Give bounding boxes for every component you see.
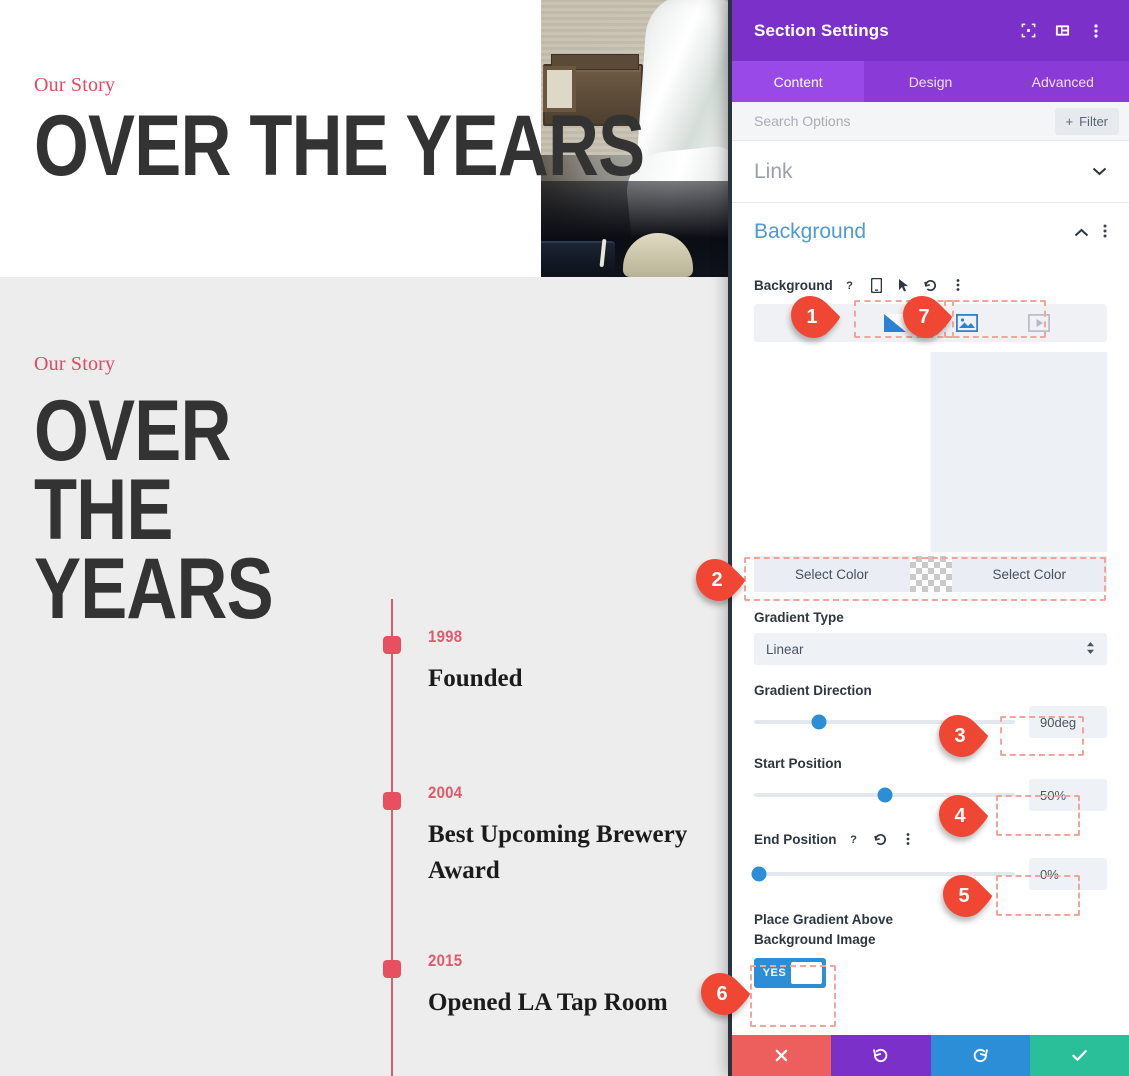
slider-handle[interactable] <box>751 866 767 882</box>
start-position-value[interactable]: 50% <box>1029 779 1107 811</box>
chevron-updown-icon <box>1086 641 1095 658</box>
more-options-icon[interactable] <box>1103 223 1107 242</box>
timeline-title: OVER THE YEARS <box>34 383 274 638</box>
svg-text:?: ? <box>846 280 853 292</box>
hero-title: OVER THE YEARS <box>34 98 645 194</box>
end-position-slider-row: 0% <box>751 858 1107 890</box>
timeline-year: 2015 <box>428 951 463 970</box>
chevron-up-icon <box>1074 224 1089 241</box>
transparency-swatch[interactable] <box>909 556 952 592</box>
gradient-type-value: Linear <box>766 641 804 657</box>
timeline-eyebrow: Our Story <box>34 353 116 375</box>
timeline-year: 2004 <box>428 783 463 802</box>
timeline-label: Best Upcoming Brewery Award <box>428 821 688 885</box>
help-icon[interactable]: ? <box>844 829 864 849</box>
gradient-type-field: Gradient Type Linear <box>754 610 1107 665</box>
toggle-value-label: YES <box>762 966 787 979</box>
more-options-icon[interactable] <box>898 829 918 849</box>
panel-header: Section Settings <box>732 0 1129 61</box>
timeline-dot <box>383 792 401 810</box>
layout-icon[interactable] <box>1047 16 1077 46</box>
timeline-dot <box>383 636 401 654</box>
background-type-tabs <box>754 304 1107 342</box>
place-gradient-label: Place Gradient Above Background Image <box>754 912 894 948</box>
start-position-label: Start Position <box>754 756 842 771</box>
end-position-slider[interactable] <box>751 866 1015 882</box>
save-button[interactable] <box>1029 1035 1129 1076</box>
photo-dark-object <box>541 241 615 275</box>
hero-eyebrow: Our Story <box>34 74 116 96</box>
svg-text:?: ? <box>850 834 857 846</box>
end-position-value[interactable]: 0% <box>1029 858 1107 890</box>
background-field-header: Background ? <box>754 275 1107 295</box>
background-section-body: Background ? Select Color Select Color G… <box>732 261 1129 988</box>
cancel-button[interactable] <box>732 1035 832 1076</box>
start-position-slider[interactable] <box>754 787 1015 803</box>
toggle-thumb <box>790 961 822 984</box>
gradient-preview[interactable] <box>754 352 1107 552</box>
select-start-color-button[interactable]: Select Color <box>754 556 910 592</box>
select-end-color-button[interactable]: Select Color <box>951 556 1107 592</box>
slider-handle[interactable] <box>811 714 827 730</box>
hover-cursor-icon[interactable] <box>894 275 914 295</box>
gradient-type-select[interactable]: Linear <box>754 633 1107 665</box>
gradient-direction-field: Gradient Direction 90deg <box>754 683 1107 738</box>
accordion-link-title: Link <box>754 159 793 183</box>
tab-content[interactable]: Content <box>732 61 865 102</box>
expand-icon[interactable] <box>1013 16 1043 46</box>
filter-button[interactable]: + Filter <box>1054 107 1119 135</box>
timeline-label: Founded <box>428 665 523 692</box>
timeline-vertical-line <box>391 599 393 1076</box>
chevron-down-icon <box>1092 163 1107 180</box>
slider-handle[interactable] <box>877 787 892 803</box>
accordion-background[interactable]: Background <box>732 203 1129 261</box>
timeline-year: 1998 <box>428 627 463 646</box>
tab-design[interactable]: Design <box>864 61 996 102</box>
gradient-direction-value[interactable]: 90deg <box>1029 706 1107 738</box>
panel-title: Section Settings <box>754 20 889 40</box>
panel-footer <box>732 1035 1129 1076</box>
redo-button[interactable] <box>930 1035 1030 1076</box>
timeline-heading-block: Our Story OVER THE YEARS <box>34 353 364 638</box>
panel-tabs: Content Design Advanced <box>732 61 1129 102</box>
panel-body: Link Background Background ? Select Colo… <box>732 141 1129 1035</box>
more-options-icon[interactable] <box>948 275 968 295</box>
background-image-tab[interactable] <box>954 312 980 334</box>
search-bar: + Filter <box>732 102 1129 141</box>
reset-icon[interactable] <box>871 829 891 849</box>
timeline-label: Opened LA Tap Room <box>428 989 668 1016</box>
end-position-label: End Position <box>754 831 837 847</box>
reset-icon[interactable] <box>921 275 941 295</box>
gradient-color-row: Select Color Select Color <box>754 556 1107 592</box>
more-options-icon[interactable] <box>1081 16 1111 46</box>
background-color-tab[interactable] <box>810 312 836 334</box>
start-position-field: Start Position 50% <box>754 756 1107 811</box>
section-settings-panel: Section Settings Content Design Advanced… <box>728 0 1129 1076</box>
place-gradient-field: Place Gradient Above Background Image YE… <box>754 910 1107 988</box>
background-field-label: Background <box>754 277 833 293</box>
filter-button-label: Filter <box>1079 113 1108 129</box>
plus-icon: + <box>1065 113 1074 129</box>
background-video-tab[interactable] <box>1026 312 1052 334</box>
start-position-slider-row: 50% <box>754 779 1107 811</box>
undo-button[interactable] <box>831 1035 931 1076</box>
gradient-type-label: Gradient Type <box>754 610 844 625</box>
accordion-link[interactable]: Link <box>732 141 1129 203</box>
end-position-header: End Position ? <box>754 829 1107 849</box>
accordion-background-title: Background <box>754 220 867 243</box>
place-gradient-toggle[interactable]: YES <box>754 957 826 988</box>
gradient-direction-slider-row: 90deg <box>754 706 1107 738</box>
end-position-field: End Position ? 0% <box>751 829 1107 890</box>
tab-advanced[interactable]: Advanced <box>997 61 1129 102</box>
help-icon[interactable]: ? <box>840 275 860 295</box>
responsive-icon[interactable] <box>867 275 887 295</box>
search-input[interactable] <box>754 113 1055 129</box>
gradient-direction-slider[interactable] <box>754 714 1015 730</box>
timeline-dot <box>383 960 401 978</box>
gradient-direction-label: Gradient Direction <box>754 683 872 698</box>
background-gradient-tab[interactable] <box>882 312 908 334</box>
